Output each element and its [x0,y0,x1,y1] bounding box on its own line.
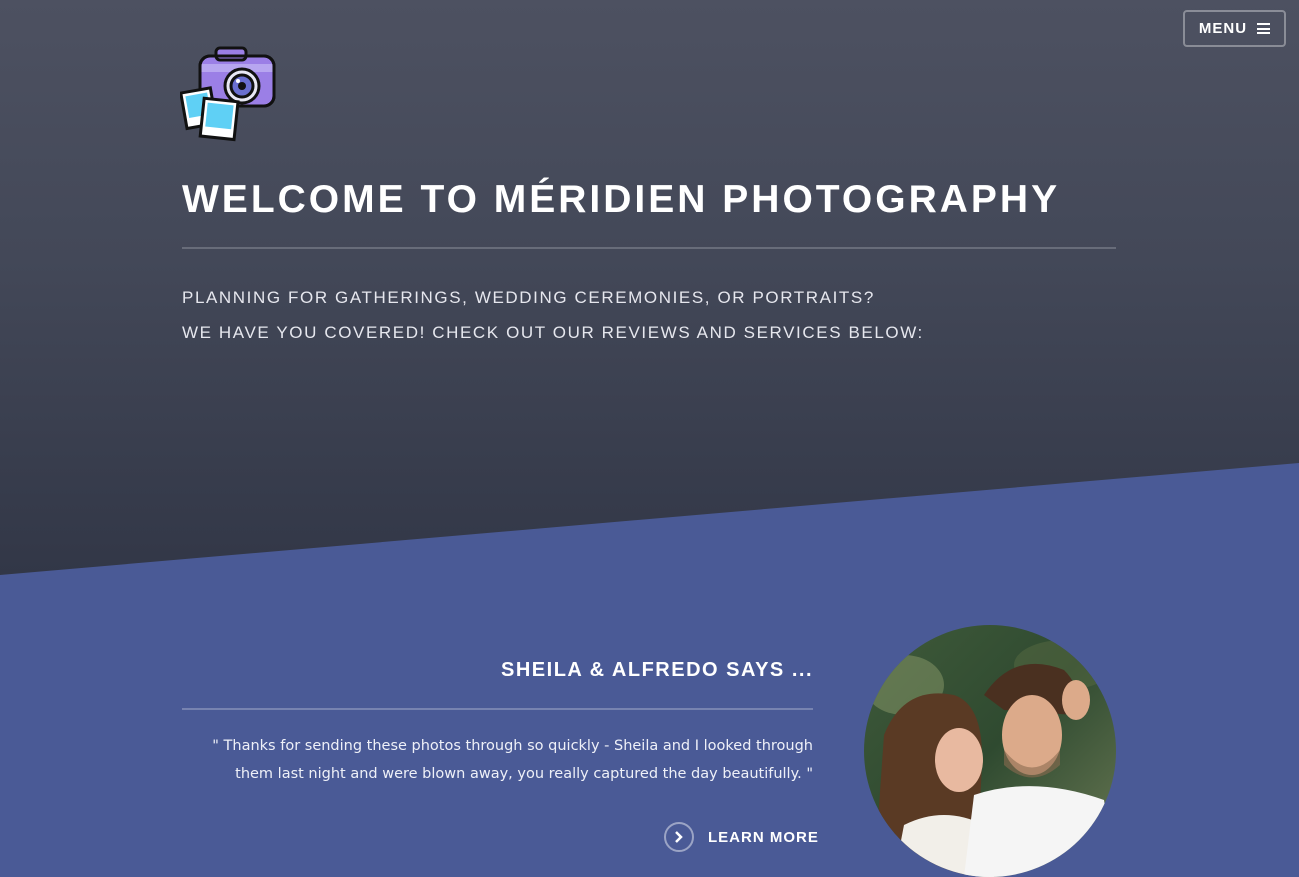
camera-photos-icon [180,46,276,142]
page-title: WELCOME TO MÉRIDIEN PHOTOGRAPHY [182,178,1061,221]
learn-more-link[interactable]: LEARN MORE [664,821,819,853]
hero-subtitle-line-2: WE HAVE YOU COVERED! CHECK OUT OUR REVIE… [182,323,924,342]
title-divider [182,247,1116,249]
hamburger-icon [1257,23,1271,34]
learn-more-label: LEARN MORE [708,828,819,846]
testimonial-quote: " Thanks for sending these photos throug… [212,738,813,782]
couple-photo [864,625,1116,877]
testimonial-heading: SHEILA & ALFREDO SAYS ... [501,659,813,681]
testimonial-divider [182,708,813,710]
hero-subtitle-line-1: PLANNING FOR GATHERINGS, WEDDING CEREMON… [182,288,875,307]
chevron-right-icon [664,822,694,852]
menu-label: MENU [1198,20,1248,37]
menu-button[interactable]: MENU [1183,10,1286,47]
